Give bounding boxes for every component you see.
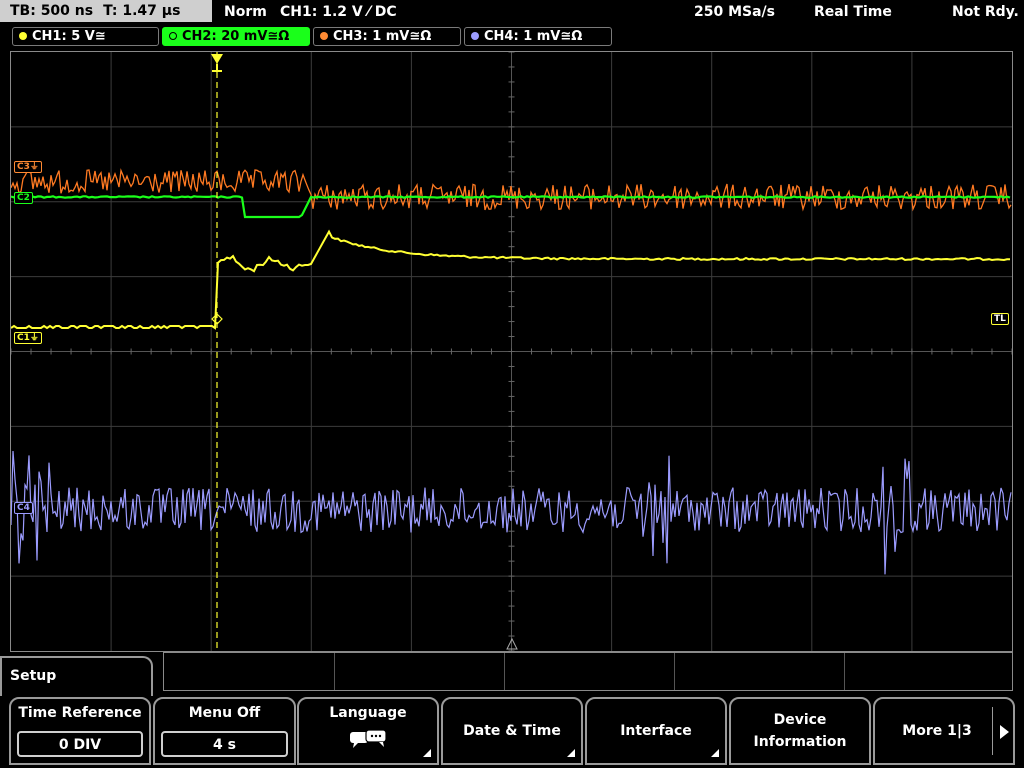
date-time-softkey[interactable]: Date & Time <box>441 697 583 765</box>
trigger-level-label: TL <box>994 314 1006 324</box>
more-separator <box>992 707 993 755</box>
channel-tab-ch1[interactable]: CH1: 5 V≅ <box>12 27 159 46</box>
menu-title: Setup <box>10 668 57 684</box>
more-softkey[interactable]: More 1|3 <box>873 697 1015 765</box>
ch4-marker-label: C4 <box>17 503 30 513</box>
speech-bubble-icon <box>350 729 387 748</box>
interface-label: Interface <box>620 723 692 739</box>
menu-off-value: 4 s <box>161 731 288 757</box>
submenu-corner-icon <box>711 749 719 757</box>
device-information-softkey[interactable]: Device Information <box>729 697 871 765</box>
acquisition-mode: Real Time <box>814 4 892 20</box>
timebase-box[interactable]: TB: 500 ns T: 1.47 µs <box>0 0 212 22</box>
ch2-level-marker[interactable]: C2 <box>14 192 33 204</box>
language-softkey[interactable]: Language <box>297 697 439 765</box>
date-time-label: Date & Time <box>463 723 561 739</box>
ch3-dot-icon <box>320 32 328 40</box>
ch2-label: CH2: 20 mV≅Ω <box>182 29 290 44</box>
trigger-level-marker[interactable]: TL <box>991 313 1009 325</box>
language-label: Language <box>329 705 407 721</box>
ch3-label: CH3: 1 mV≅Ω <box>333 29 432 44</box>
ch4-dot-icon <box>471 32 479 40</box>
waveform-canvas <box>11 52 1012 651</box>
ch3-marker-label: C3 <box>17 162 30 172</box>
channel-tab-ch4[interactable]: CH4: 1 mV≅Ω <box>464 27 612 46</box>
submenu-corner-icon <box>567 749 575 757</box>
ch4-level-marker[interactable]: C4 <box>14 502 33 514</box>
waveform-display[interactable]: C3⏚ C2 C1⏚ C4 TL <box>10 51 1013 652</box>
ch1-waveform <box>11 229 1010 330</box>
interface-softkey[interactable]: Interface <box>585 697 727 765</box>
ch1-marker-label: C1 <box>17 333 30 343</box>
channel-tab-ch3[interactable]: CH3: 1 mV≅Ω <box>313 27 461 46</box>
trigger-time-value: T: 1.47 µs <box>103 3 181 19</box>
status-bar: TB: 500 ns T: 1.47 µs Norm CH1: 1.2 V ⁄ D… <box>0 0 1024 24</box>
time-reference-softkey[interactable]: Time Reference 0 DIV <box>9 697 151 765</box>
graticule <box>11 52 1012 651</box>
device-information-label: Device Information <box>753 712 847 750</box>
ch4-label: CH4: 1 mV≅Ω <box>484 29 583 44</box>
menu-off-label: Menu Off <box>188 705 261 721</box>
sample-rate: 250 MSa/s <box>694 4 776 20</box>
menu-title-tab: Setup <box>0 656 153 696</box>
ch2-dot-icon <box>169 32 177 40</box>
channel-tab-ch2[interactable]: CH2: 20 mV≅Ω <box>162 27 310 46</box>
ch2-marker-label: C2 <box>17 193 30 203</box>
next-page-arrow-icon <box>1000 725 1009 739</box>
ch1-level-marker[interactable]: C1⏚ <box>14 332 42 344</box>
time-reference-label: Time Reference <box>18 705 142 721</box>
info-strip <box>163 652 1013 691</box>
menu-off-softkey[interactable]: Menu Off 4 s <box>153 697 296 765</box>
trigger-setting[interactable]: CH1: 1.2 V ⁄ DC <box>280 0 397 24</box>
time-reference-value: 0 DIV <box>17 731 143 757</box>
ch1-label: CH1: 5 V≅ <box>32 29 106 44</box>
timebase-value: TB: 500 ns <box>10 3 94 19</box>
trigger-mode[interactable]: Norm <box>224 0 267 24</box>
submenu-corner-icon <box>423 749 431 757</box>
ch1-dot-icon <box>19 32 27 40</box>
ch3-level-marker[interactable]: C3⏚ <box>14 161 42 173</box>
acquisition-state: Not Rdy. <box>952 4 1019 20</box>
